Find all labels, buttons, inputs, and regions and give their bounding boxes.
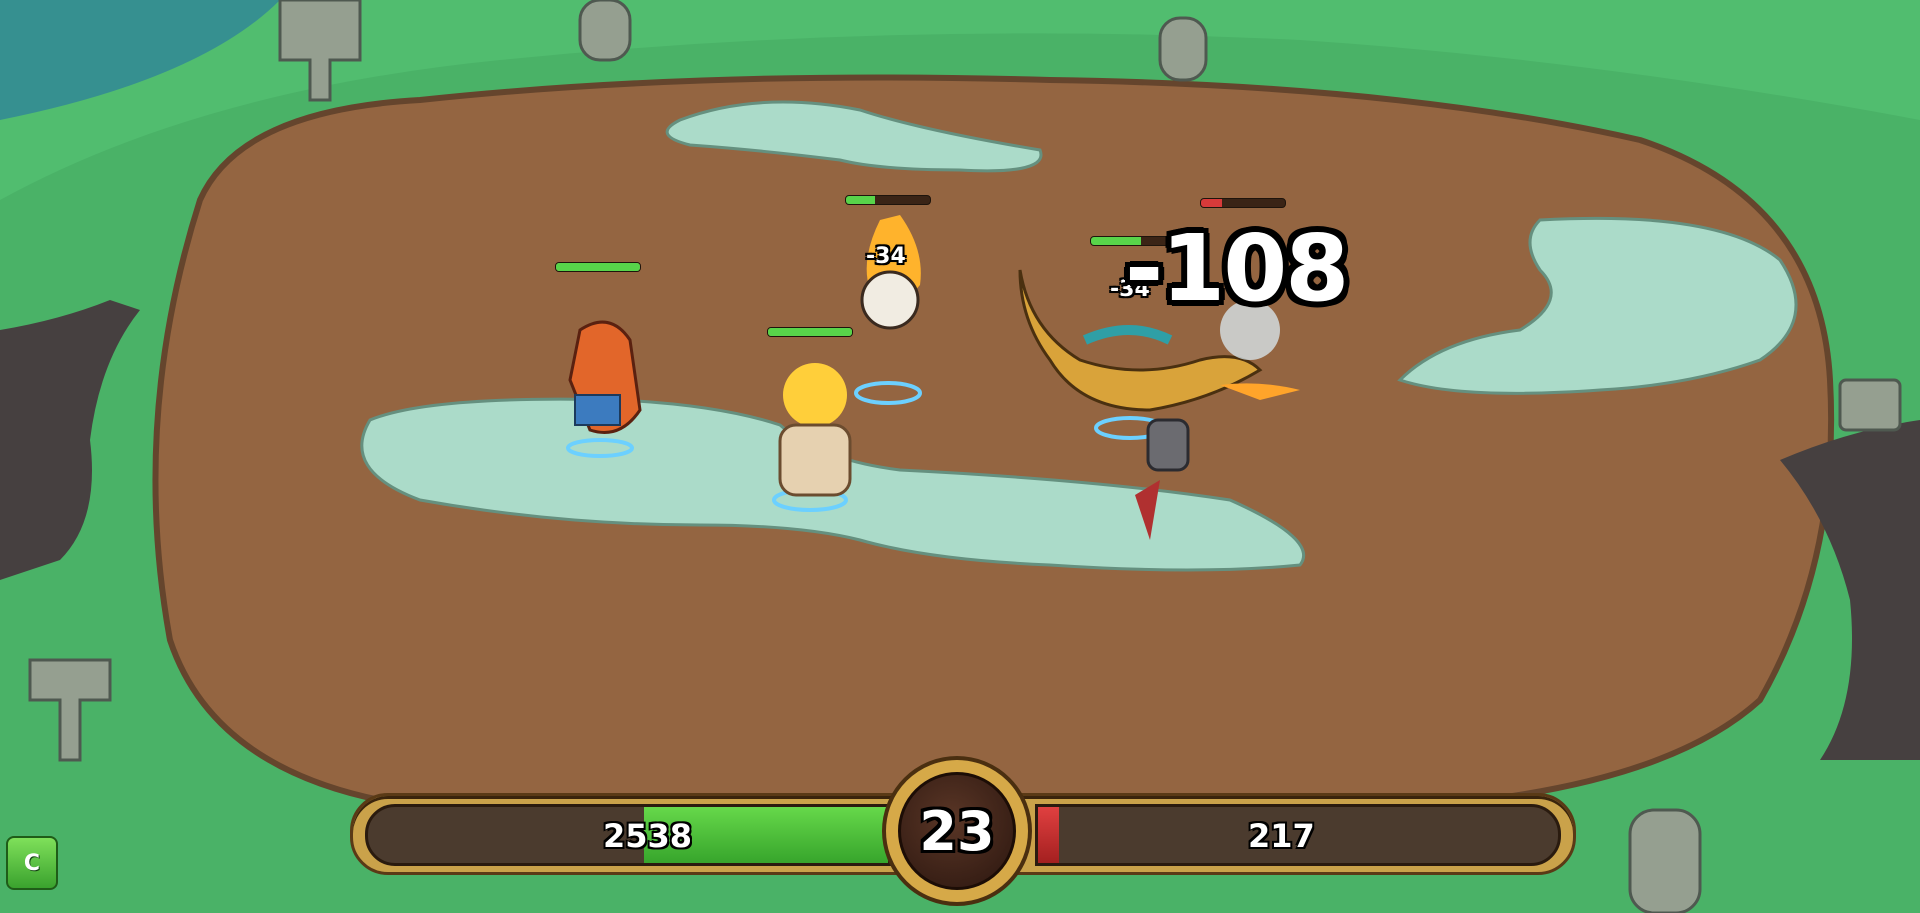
round-timer-face: 23 <box>898 772 1016 890</box>
fire-brute-hp-bar <box>767 327 853 337</box>
right-team-hp-value: 217 <box>1248 817 1315 855</box>
damage-number-critical: -108 <box>1125 215 1349 322</box>
right-team-health-fill <box>1038 807 1059 863</box>
knight-enemy-hp-bar <box>1200 198 1286 208</box>
damage-number-skull: -34 <box>866 244 906 269</box>
c-button-label: C <box>23 850 41 876</box>
flame-skull-hp-bar <box>845 195 931 205</box>
c-button[interactable]: C <box>6 836 58 890</box>
left-team-health-track: 2538 <box>365 804 891 866</box>
right-team-health-track: 217 <box>1035 804 1561 866</box>
round-timer: 23 <box>882 756 1032 906</box>
left-team-hp-value: 2538 <box>603 817 693 855</box>
orange-lizard-hp-bar <box>555 262 641 272</box>
round-timer-value: 23 <box>919 799 995 863</box>
fire-brute-hero <box>772 363 852 512</box>
